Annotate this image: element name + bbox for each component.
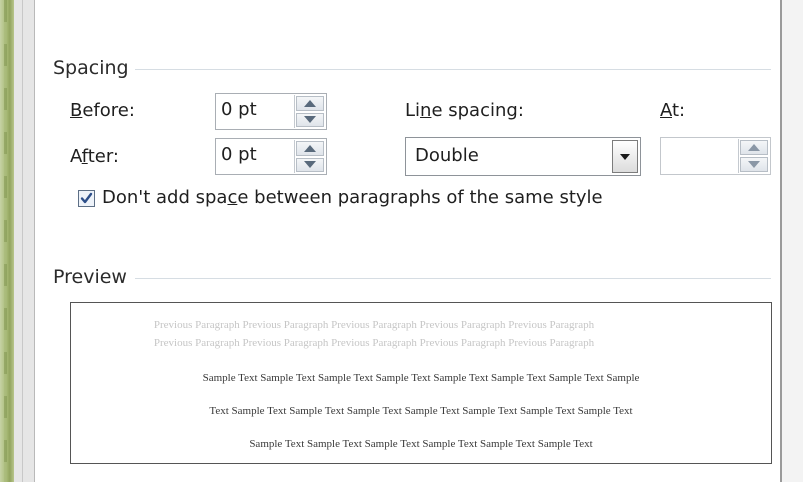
at-spin-down-button[interactable] [740,157,768,172]
before-spinner [294,95,325,128]
window-frame-left [0,0,14,482]
spin-down-icon [304,116,316,124]
before-label: Before: [70,100,135,121]
before-value[interactable]: 0 pt [221,99,257,120]
preview-sample-line-1: Sample Text Sample Text Sample Text Samp… [202,372,640,384]
line-spacing-label-accelerator: n [420,100,432,121]
preview-section-rule [135,278,771,279]
checkmark-icon [80,192,93,204]
line-spacing-label: Line spacing: [405,100,524,121]
line-spacing-value[interactable]: Double [415,145,479,166]
spacing-section-title: Spacing [53,57,129,79]
at-label-accelerator: A [660,100,672,121]
after-spinner [294,140,325,173]
before-spin-up-button[interactable] [296,96,324,111]
line-spacing-dropdown-button[interactable] [612,140,638,173]
before-spinbox[interactable]: 0 pt [215,93,327,130]
after-spin-down-button[interactable] [296,157,324,172]
chevron-down-icon [620,153,630,160]
preview-previous-line-1: Previous Paragraph Previous Paragraph Pr… [153,319,595,331]
spin-up-icon [304,144,316,152]
spin-down-icon [304,161,316,169]
window-border-left [14,0,35,482]
preview-box: Previous Paragraph Previous Paragraph Pr… [70,302,772,464]
preview-section-title: Preview [53,266,127,288]
window-border-right [780,0,803,482]
after-spin-up-button[interactable] [296,141,324,156]
preview-previous-line-2: Previous Paragraph Previous Paragraph Pr… [153,337,595,349]
before-spin-down-button[interactable] [296,112,324,127]
before-label-accelerator: B [70,100,83,121]
line-spacing-select[interactable]: Double [405,137,641,176]
spin-up-icon [304,99,316,107]
at-spinner [738,139,769,173]
dont-add-space-checkbox[interactable] [78,190,95,207]
at-spinbox[interactable] [660,137,771,175]
spacing-section-rule [135,69,771,70]
spin-up-icon [748,144,760,151]
dont-add-space-label[interactable]: Don't add space between paragraphs of th… [102,187,603,208]
preview-sample-line-2: Text Sample Text Sample Text Sample Text… [209,405,633,417]
dont-add-space-accelerator: c [227,187,238,208]
spin-down-icon [748,161,760,168]
at-label: At: [660,100,686,121]
after-spinbox[interactable]: 0 pt [215,138,327,175]
after-label: After: [70,146,119,167]
preview-sample-line-3: Sample Text Sample Text Sample Text Samp… [249,438,593,450]
at-spin-up-button[interactable] [740,140,768,155]
paragraph-dialog: Spacing Before: 0 pt Line spacing: At: A… [35,0,779,482]
after-value[interactable]: 0 pt [221,144,257,165]
